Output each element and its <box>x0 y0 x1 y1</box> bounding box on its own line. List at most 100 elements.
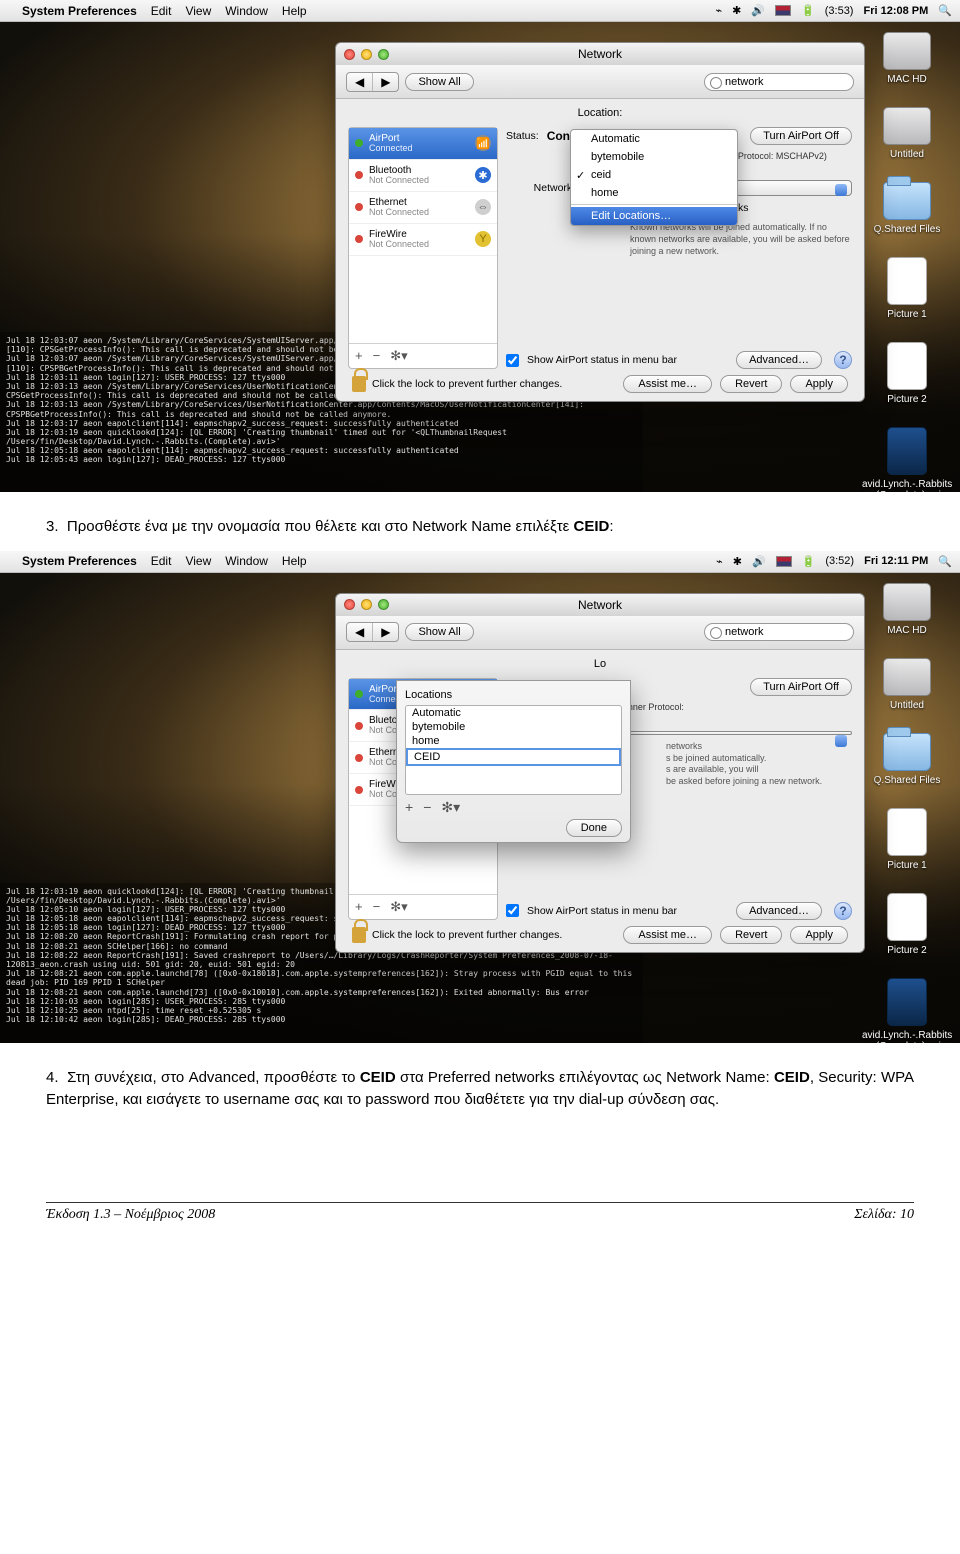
desktop-icon-untitled[interactable]: Untitled <box>862 107 952 160</box>
close-icon[interactable] <box>344 599 355 610</box>
input-source-icon[interactable] <box>775 5 791 16</box>
show-all-button[interactable]: Show All <box>405 73 473 91</box>
menu-view[interactable]: View <box>185 4 211 18</box>
menubar-2: System Preferences Edit View Window Help… <box>0 551 960 573</box>
loc-menu-item[interactable]: bytemobile <box>571 148 737 166</box>
revert-button[interactable]: Revert <box>720 375 782 393</box>
battery-time: (3:53) <box>825 5 854 17</box>
remove-service-button[interactable]: − <box>373 348 381 364</box>
menubar-clock[interactable]: Fri 12:11 PM <box>864 555 928 567</box>
loc-menu-edit[interactable]: Edit Locations… <box>571 207 737 225</box>
location-dropdown-menu[interactable]: Automatic bytemobile ceid home Edit Loca… <box>570 129 738 226</box>
assist-button[interactable]: Assist me… <box>623 926 712 944</box>
spotlight-icon[interactable]: 🔍 <box>938 555 952 568</box>
volume-icon[interactable]: 🔊 <box>752 555 766 568</box>
battery-icon[interactable]: 🔋 <box>802 555 816 568</box>
service-bluetooth[interactable]: BluetoothNot Connected ✱ <box>349 160 497 192</box>
battery-icon[interactable]: 🔋 <box>801 4 815 17</box>
done-button[interactable]: Done <box>566 819 622 837</box>
add-service-button[interactable]: + <box>355 899 363 915</box>
minimize-icon[interactable] <box>361 49 372 60</box>
loc-menu-item-checked[interactable]: ceid <box>571 166 737 184</box>
nav-back-forward[interactable]: ◀▶ <box>346 622 399 642</box>
bluetooth-icon[interactable]: ✱ <box>732 4 741 17</box>
service-actions-button[interactable]: ✻▾ <box>390 899 407 915</box>
add-service-button[interactable]: + <box>355 348 363 364</box>
apply-button[interactable]: Apply <box>790 926 848 944</box>
menubar-status-label: Show AirPort status in menu bar <box>527 905 677 917</box>
desktop-icon-shared[interactable]: Q.Shared Files <box>862 182 952 235</box>
desktop-icon-avi[interactable]: avid.Lynch.-.Rabbits .(Complete).avi <box>862 427 952 492</box>
turn-airport-off-button[interactable]: Turn AirPort Off <box>750 678 852 696</box>
desktop-icon-mac-hd[interactable]: MAC HD <box>862 32 952 85</box>
service-ethernet[interactable]: EthernetNot Connected ⇔ <box>349 192 497 224</box>
menu-view[interactable]: View <box>185 554 211 568</box>
service-actions-button[interactable]: ✻▾ <box>390 348 407 364</box>
window-titlebar[interactable]: Network <box>336 43 864 65</box>
desktop-icon-picture2[interactable]: Picture 2 <box>862 893 952 956</box>
menu-window[interactable]: Window <box>225 554 268 568</box>
apply-button[interactable]: Apply <box>790 375 848 393</box>
advanced-button[interactable]: Advanced… <box>736 902 822 920</box>
desktop-icon-mac-hd[interactable]: MAC HD <box>862 583 952 636</box>
loc-menu-item[interactable]: Automatic <box>571 130 737 148</box>
desktop-icon-picture2[interactable]: Picture 2 <box>862 342 952 405</box>
menubar-status-checkbox[interactable] <box>506 354 519 367</box>
menubar-status-checkbox[interactable] <box>506 904 519 917</box>
lock-text: Click the lock to prevent further change… <box>372 929 562 941</box>
input-source-icon[interactable] <box>776 556 792 567</box>
remove-location-button[interactable]: − <box>423 799 431 816</box>
menu-edit[interactable]: Edit <box>151 554 172 568</box>
search-input[interactable]: network <box>704 73 854 91</box>
desktop-icon-picture1[interactable]: Picture 1 <box>862 257 952 320</box>
services-sidebar: AirPortConnected 📶 BluetoothNot Connecte… <box>348 127 498 369</box>
advanced-button[interactable]: Advanced… <box>736 351 822 369</box>
location-item[interactable]: home <box>406 734 621 748</box>
menu-window[interactable]: Window <box>225 4 268 18</box>
menu-help[interactable]: Help <box>282 4 307 18</box>
firewire-icon: Y <box>475 231 491 247</box>
zoom-icon[interactable] <box>378 599 389 610</box>
location-actions-button[interactable]: ✻▾ <box>441 799 460 816</box>
service-airport[interactable]: AirPortConnected 📶 <box>349 128 497 160</box>
bluetooth-icon[interactable]: ✱ <box>733 555 742 568</box>
network-name-popup[interactable]: ▲▼ <box>614 731 852 735</box>
show-all-button[interactable]: Show All <box>405 623 473 641</box>
wifi-icon[interactable]: ⌁ <box>716 555 723 568</box>
location-item[interactable]: Automatic <box>406 706 621 720</box>
loc-menu-item[interactable]: home <box>571 184 737 202</box>
zoom-icon[interactable] <box>378 49 389 60</box>
desktop-icons: MAC HD Untitled Q.Shared Files Picture 1… <box>862 583 952 1043</box>
wifi-icon[interactable]: ⌁ <box>715 4 722 17</box>
lock-text: Click the lock to prevent further change… <box>372 378 562 390</box>
desktop-icon-shared[interactable]: Q.Shared Files <box>862 733 952 786</box>
turn-airport-off-button[interactable]: Turn AirPort Off <box>750 127 852 145</box>
assist-button[interactable]: Assist me… <box>623 375 712 393</box>
app-menu[interactable]: System Preferences <box>22 4 137 18</box>
desktop-icon-avi[interactable]: avid.Lynch.-.Rabbits .(Complete).avi <box>862 978 952 1043</box>
locations-list[interactable]: Automatic bytemobile home CEID <box>405 705 622 795</box>
remove-service-button[interactable]: − <box>373 899 381 915</box>
help-icon[interactable]: ? <box>834 351 852 369</box>
nav-back-forward[interactable]: ◀▶ <box>346 72 399 92</box>
service-firewire[interactable]: FireWireNot Connected Y <box>349 224 497 256</box>
spotlight-icon[interactable]: 🔍 <box>938 4 952 17</box>
revert-button[interactable]: Revert <box>720 926 782 944</box>
minimize-icon[interactable] <box>361 599 372 610</box>
desktop-icon-picture1[interactable]: Picture 1 <box>862 808 952 871</box>
lock-icon[interactable] <box>352 376 366 392</box>
volume-icon[interactable]: 🔊 <box>751 4 765 17</box>
add-location-button[interactable]: + <box>405 799 413 816</box>
app-menu[interactable]: System Preferences <box>22 554 137 568</box>
menu-edit[interactable]: Edit <box>151 4 172 18</box>
window-titlebar[interactable]: Network <box>336 594 864 616</box>
help-icon[interactable]: ? <box>834 902 852 920</box>
close-icon[interactable] <box>344 49 355 60</box>
lock-icon[interactable] <box>352 927 366 943</box>
menubar-clock[interactable]: Fri 12:08 PM <box>863 5 928 17</box>
location-item-editing[interactable]: CEID <box>406 748 621 766</box>
menu-help[interactable]: Help <box>282 554 307 568</box>
location-item[interactable]: bytemobile <box>406 720 621 734</box>
search-input[interactable]: network <box>704 623 854 641</box>
desktop-icon-untitled[interactable]: Untitled <box>862 658 952 711</box>
